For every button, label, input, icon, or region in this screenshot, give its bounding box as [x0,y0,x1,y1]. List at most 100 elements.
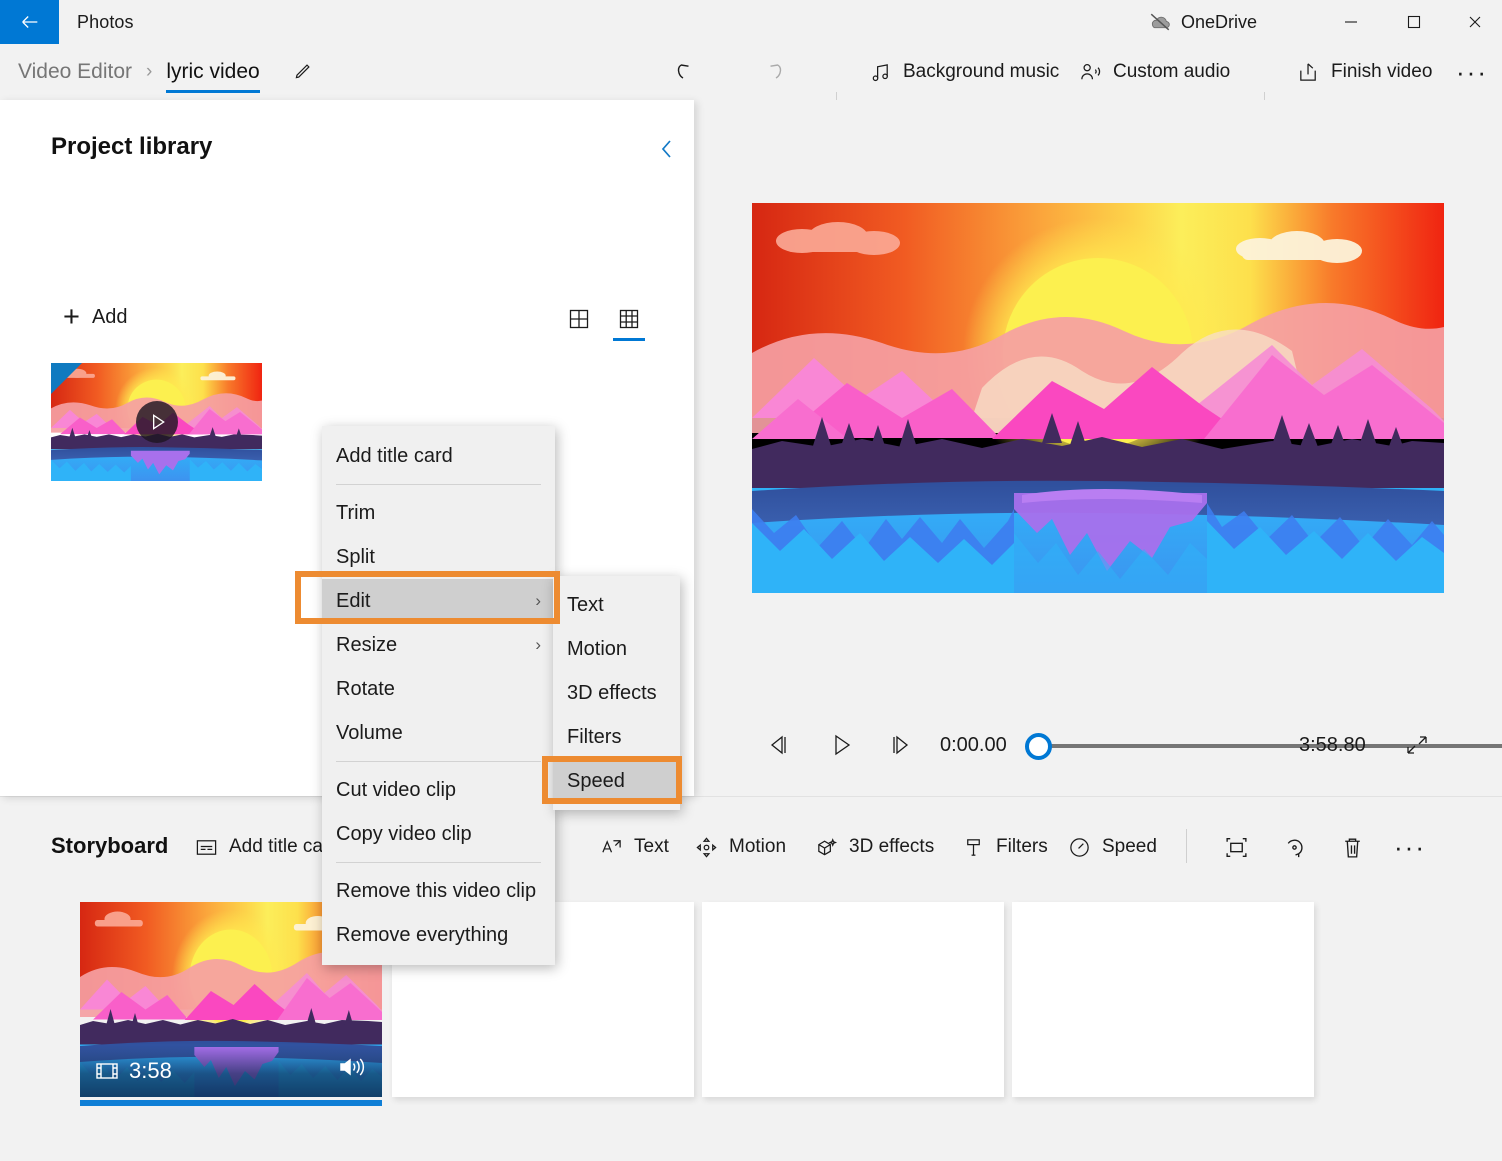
project-name: lyric video [166,60,260,83]
breadcrumb-current-project[interactable]: lyric video [166,60,260,93]
menu-item-trim[interactable]: Trim [322,491,555,535]
chevron-left-icon [661,140,671,158]
undo-icon [677,64,689,79]
menu-item-label: Cut video clip [336,778,457,801]
submenu-item-text[interactable]: Text [553,583,680,627]
minimize-icon [1345,21,1357,23]
pencil-icon [295,64,310,79]
submenu-item-label: 3D effects [567,681,657,704]
menu-item-label: Resize [336,633,398,656]
previous-frame-button[interactable] [756,715,802,775]
chevron-right-icon: › [535,635,541,654]
view-small-button[interactable] [610,300,648,338]
add-media-button[interactable]: + Add [63,303,128,332]
storyboard-3d-effects-label: 3D effects [849,836,935,857]
motion-icon [696,836,717,858]
background-music-button[interactable]: Background music [869,44,1059,100]
undo-button[interactable] [665,44,709,100]
project-name-underline [166,90,260,93]
menu-item-remove-everything[interactable]: Remove everything [322,913,555,957]
text-icon [602,839,621,853]
plus-icon: + [63,301,80,333]
maximize-button[interactable] [1387,0,1441,44]
submenu-item-label: Filters [567,725,622,748]
minimize-button[interactable] [1324,0,1378,44]
menu-item-rotate[interactable]: Rotate [322,667,555,711]
menu-item-copy-video-clip[interactable]: Copy video clip [322,812,555,856]
back-arrow-icon [21,16,37,28]
storyboard-add-title-card-button[interactable]: Add title card [195,829,340,865]
grid-large-icon [569,309,589,329]
menu-item-label: Copy video clip [336,822,472,845]
more-options-label: ··· [1456,57,1488,87]
finish-video-button[interactable]: Finish video [1297,44,1432,100]
storyboard-empty-slot[interactable] [1012,902,1314,1097]
fullscreen-button[interactable] [1394,715,1440,775]
menu-item-label: Remove this video clip [336,879,537,902]
custom-audio-button[interactable]: Custom audio [1079,44,1230,100]
redo-button[interactable] [750,44,794,100]
storyboard-motion-label: Motion [729,836,787,857]
storyboard-speed-button[interactable]: Speed [1068,829,1157,865]
storyboard-clip-volume-button[interactable] [338,1055,366,1084]
close-button[interactable] [1448,0,1502,44]
menu-item-split[interactable]: Split [322,535,555,579]
play-icon [152,414,165,430]
onedrive-status[interactable]: OneDrive [1148,0,1257,44]
thumbnail-play-button[interactable] [135,401,178,443]
more-options-button[interactable]: ··· [1452,44,1492,100]
3d-effects-icon [818,837,838,855]
submenu-item-filters[interactable]: Filters [553,715,680,759]
submenu-item-speed[interactable]: Speed [553,759,680,803]
storyboard-motion-button[interactable]: Motion [695,829,786,865]
storyboard-empty-slot[interactable] [702,902,1004,1097]
storyboard-text-button[interactable]: Text [600,829,669,865]
view-large-button[interactable] [560,300,598,338]
filters-icon [967,838,980,856]
next-frame-button[interactable] [877,715,923,775]
storyboard-text-label: Text [634,836,669,857]
storyboard-delete-button[interactable] [1332,827,1372,867]
video-preview[interactable] [752,203,1444,593]
menu-item-edit[interactable]: Edit › [322,579,555,623]
filmstrip-icon [96,1063,118,1079]
total-time: 3:58.80 [1299,734,1366,756]
grid-small-icon [619,309,639,329]
close-icon [1469,16,1481,28]
play-button[interactable] [818,715,864,775]
storyboard-filters-button[interactable]: Filters [962,829,1048,865]
storyboard-panel: Storyboard Add title card Trim Split Tex… [0,796,1502,1161]
player-controls: 0:00.00 3:58.80 [694,715,1502,775]
onedrive-label: OneDrive [1181,11,1258,32]
finish-video-label: Finish video [1331,61,1433,82]
fullscreen-expand-icon [1407,736,1427,754]
speaker-volume-icon [340,1058,365,1076]
menu-separator [336,761,541,762]
selection-corner-badge [51,363,82,394]
storyboard-rotate-button[interactable] [1274,827,1314,867]
submenu-item-motion[interactable]: Motion [553,627,680,671]
preview-pane: 0:00.00 3:58.80 [694,100,1502,796]
redo-icon [770,64,782,79]
breadcrumb-video-editor[interactable]: Video Editor [18,60,132,84]
menu-item-cut-video-clip[interactable]: Cut video clip [322,768,555,812]
library-video-thumbnail[interactable] [51,363,262,481]
collapse-library-button[interactable] [650,132,684,166]
rename-project-button[interactable] [287,57,317,87]
storyboard-3d-effects-button[interactable]: 3D effects [815,829,934,865]
menu-item-remove-this-video-clip[interactable]: Remove this video clip [322,869,555,913]
submenu-item-3d-effects[interactable]: 3D effects [553,671,680,715]
next-frame-icon [893,735,909,755]
menu-item-label: Edit [336,589,371,612]
menu-item-volume[interactable]: Volume [322,711,555,755]
storyboard-aspect-ratio-button[interactable] [1216,827,1256,867]
menu-item-label: Trim [336,501,376,524]
title-card-icon [196,839,217,855]
storyboard-more-button[interactable]: ··· [1390,827,1430,867]
storyboard-clip-duration-label: 3:58 [129,1058,172,1083]
back-button[interactable] [0,0,59,44]
menu-item-resize[interactable]: Resize › [322,623,555,667]
seek-thumb[interactable] [1025,733,1052,760]
person-audio-icon [1081,63,1101,79]
menu-item-add-title-card[interactable]: Add title card [322,434,555,478]
